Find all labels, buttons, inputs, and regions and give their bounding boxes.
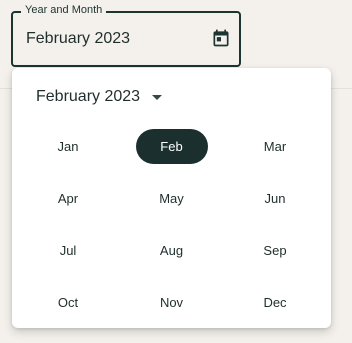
month-button-jun[interactable]: Jun — [239, 181, 311, 216]
year-month-field[interactable]: Year and Month February 2023 — [11, 4, 241, 67]
year-selector[interactable]: February 2023 — [36, 88, 163, 106]
month-cell-feb[interactable]: Feb — [124, 120, 219, 172]
month-cell-nov[interactable]: Nov — [124, 276, 219, 328]
month-cell-jul[interactable]: Jul — [12, 224, 124, 276]
month-button-sep[interactable]: Sep — [239, 233, 311, 268]
month-cell-dec[interactable]: Dec — [219, 276, 331, 328]
month-button-may[interactable]: May — [136, 181, 208, 216]
month-cell-mar[interactable]: Mar — [219, 120, 331, 172]
month-button-aug[interactable]: Aug — [136, 233, 208, 268]
month-button-feb-selected[interactable]: Feb — [135, 128, 208, 164]
dropdown-arrow-icon[interactable] — [152, 94, 163, 100]
month-cell-oct[interactable]: Oct — [12, 276, 124, 328]
month-button-mar[interactable]: Mar — [239, 129, 311, 164]
month-picker-popup: February 2023 Jan Feb Mar Apr May Jun Ju… — [12, 68, 331, 328]
month-grid: Jan Feb Mar Apr May Jun Jul Aug Sep Oct … — [12, 120, 331, 328]
picker-header-label[interactable]: February 2023 — [36, 88, 140, 106]
month-button-jan[interactable]: Jan — [32, 129, 104, 164]
month-cell-may[interactable]: May — [124, 172, 219, 224]
month-cell-sep[interactable]: Sep — [219, 224, 331, 276]
month-button-apr[interactable]: Apr — [32, 181, 104, 216]
month-cell-jan[interactable]: Jan — [12, 120, 124, 172]
month-button-oct[interactable]: Oct — [32, 285, 104, 320]
month-button-jul[interactable]: Jul — [32, 233, 104, 268]
month-cell-apr[interactable]: Apr — [12, 172, 124, 224]
calendar-icon[interactable] — [210, 27, 232, 49]
month-cell-jun[interactable]: Jun — [219, 172, 331, 224]
field-label: Year and Month — [21, 4, 107, 17]
month-button-nov[interactable]: Nov — [136, 285, 208, 320]
month-button-dec[interactable]: Dec — [239, 285, 311, 320]
month-cell-aug[interactable]: Aug — [124, 224, 219, 276]
field-value[interactable]: February 2023 — [26, 30, 130, 48]
